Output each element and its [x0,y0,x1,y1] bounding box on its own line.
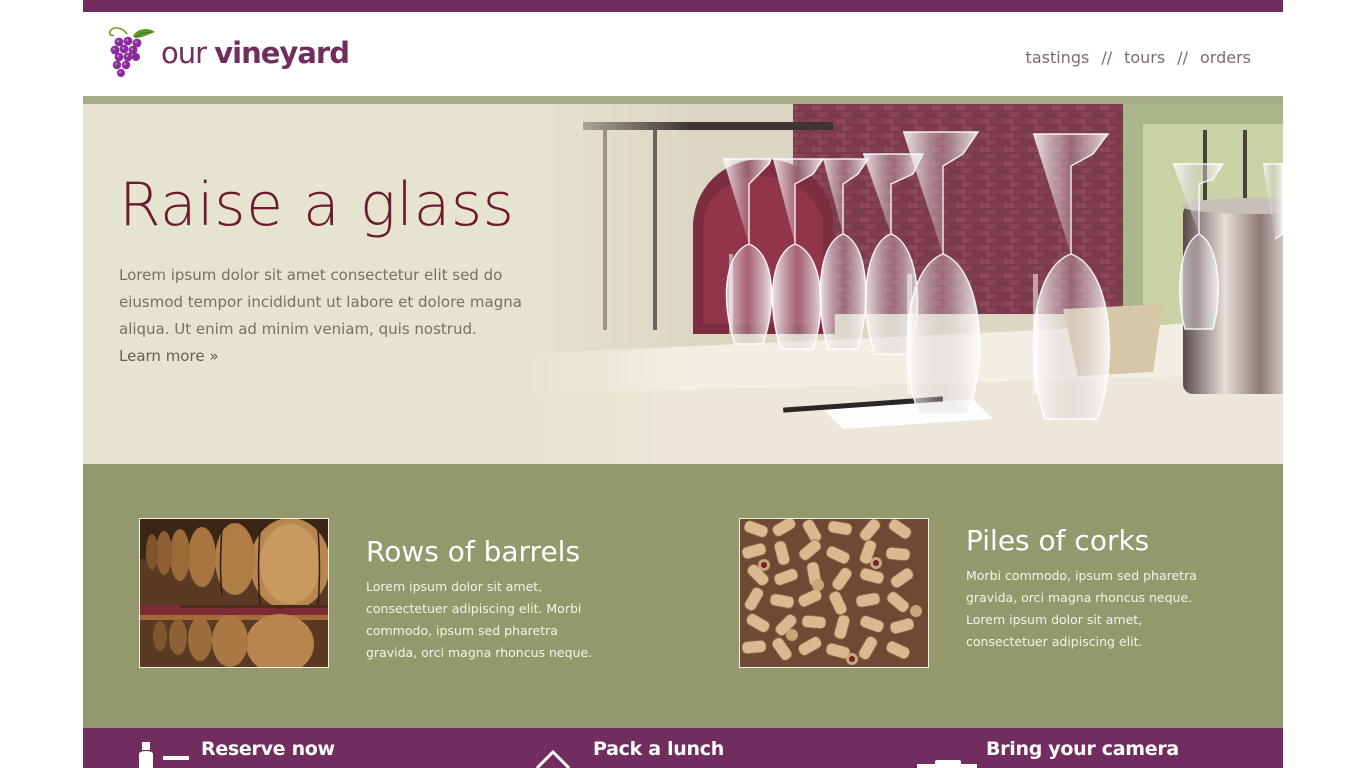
brand-name-part1: our [161,36,207,70]
feature-title: Piles of corks [966,524,1150,557]
wine-bottle-icon [139,742,189,768]
cta-label[interactable]: Pack a lunch [593,738,724,760]
feature-corks: Piles of corks Morbi commodo, ipsum sed … [739,518,1283,668]
hero-banner: Raise a glass Lorem ipsum dolor sit amet… [83,104,1283,464]
header-divider [83,96,1283,104]
grape-cluster-icon [108,27,155,77]
brand-logo[interactable]: our vineyard [105,24,350,80]
cta-label[interactable]: Reserve now [201,738,335,760]
feature-barrels: Rows of barrels Lorem ipsum dolor sit am… [139,518,699,668]
nav-item-tastings[interactable]: tastings [1026,48,1090,67]
cta-label[interactable]: Bring your camera [986,738,1179,760]
feature-description: Morbi commodo, ipsum sed pharetra gravid… [966,568,1197,649]
picnic-basket-icon [535,750,571,768]
cta-pack-lunch[interactable]: Pack a lunch [533,728,793,768]
top-accent-bar [83,0,1283,12]
hero-title: Raise a glass [119,170,515,240]
learn-more-link[interactable]: Learn more » [119,343,559,370]
wine-glasses-photo [523,104,1283,464]
cta-bring-camera[interactable]: Bring your camera [917,728,1217,768]
camera-icon [917,760,977,768]
hero-description: Lorem ipsum dolor sit amet consectetur e… [119,266,522,338]
nav-item-orders[interactable]: orders [1200,48,1251,67]
site-container: our vineyard tastings // tours // orders [83,0,1283,768]
cta-reserve[interactable]: Reserve now [133,728,393,768]
brand-wordmark: our vineyard [161,36,350,70]
nav-item-tours[interactable]: tours [1124,48,1165,67]
corks-photo [739,518,929,668]
nav-separator: // [1101,48,1113,67]
brand-name-part2: vineyard [214,36,350,70]
corks-image [740,519,928,667]
barrels-image [140,519,328,667]
nav-separator: // [1177,48,1188,67]
features-section: Rows of barrels Lorem ipsum dolor sit am… [83,464,1283,728]
hero-content: Raise a glass Lorem ipsum dolor sit amet… [119,172,559,370]
cta-bar: Reserve now Pack a lunch Bring your came… [83,728,1283,768]
main-nav: tastings // tours // orders [1026,48,1251,67]
site-header: our vineyard tastings // tours // orders [83,12,1283,96]
feature-description: Lorem ipsum dolor sit amet, consectetuer… [366,579,593,660]
barrels-photo [139,518,329,668]
feature-title: Rows of barrels [366,535,581,568]
